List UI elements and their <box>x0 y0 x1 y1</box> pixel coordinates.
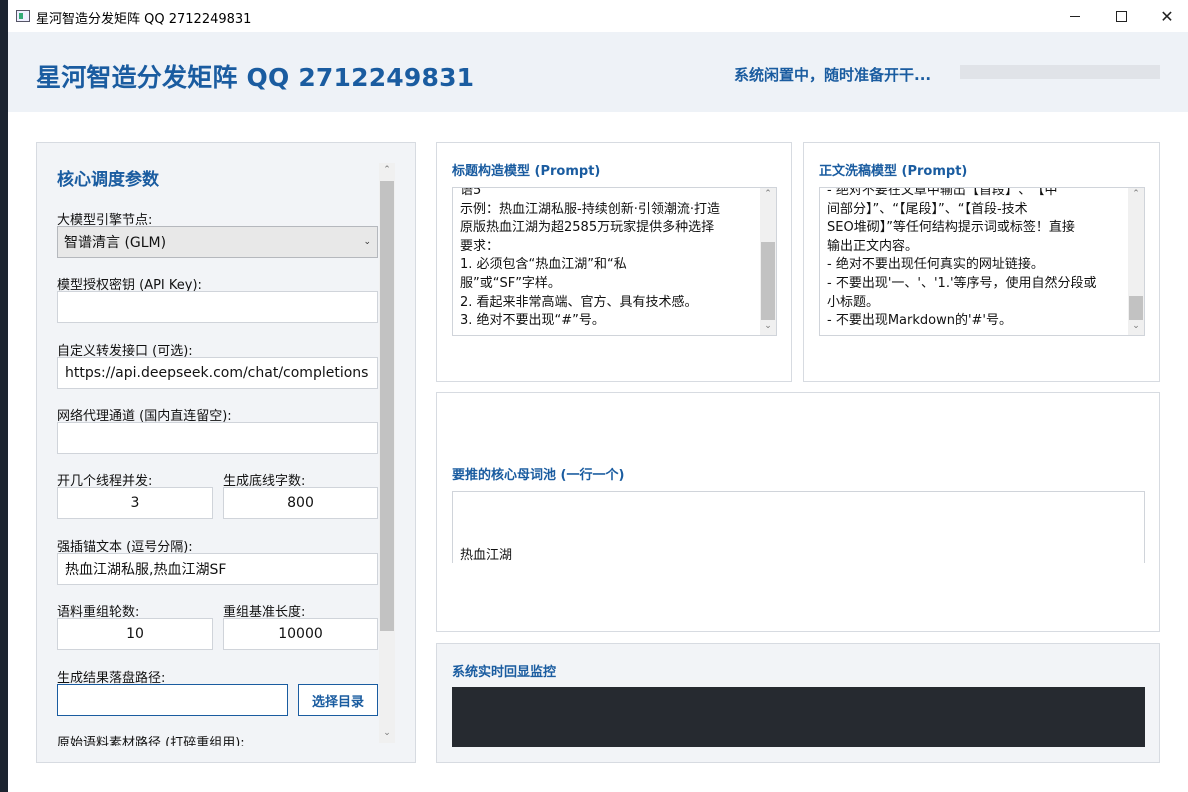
title-model-panel: 标题构造模型 (Prompt) 语5 示例：热血江湖私服-持续创新·引领潮流·打造… <box>436 142 792 382</box>
left-panel-scroll-thumb[interactable] <box>380 181 394 631</box>
body-prompt-line: 间部分】”、“【尾段】”、“【首段-技术 <box>827 201 1028 217</box>
body-prompt-line: - 绝对不要出现任何真实的网址链接。 <box>827 257 1044 273</box>
page-title: 星河智造分发矩阵 QQ 2712249831 <box>36 63 475 92</box>
body-prompt-line: - 绝对不要在文章中输出“【首段】”、“【中 <box>827 187 1058 198</box>
body-prompt-line: 小标题。 <box>827 294 880 310</box>
core-params-panel: 核心调度参数 大模型引擎节点: 智谱清言 (GLM) ⌄ 模型授权密钥 (API… <box>36 142 416 763</box>
body-prompt-line: - 不要出现'一、'、'1.'等序号，使用自然分段或 <box>827 275 1097 291</box>
apikey-input[interactable] <box>57 291 378 323</box>
rounds-input[interactable]: 10 <box>57 618 213 650</box>
body-model-title: 正文洗稿模型 (Prompt) <box>819 164 968 179</box>
engine-select[interactable]: 智谱清言 (GLM) ⌄ <box>57 226 378 258</box>
title-prompt-line: 要求： <box>460 238 500 254</box>
window-title: 星河智造分发矩阵 QQ 2712249831 <box>36 12 252 27</box>
scroll-up-icon[interactable]: ⌃ <box>380 165 394 175</box>
monitor-panel: 系统实时回显监控 <box>436 643 1160 763</box>
progress-bar <box>960 65 1160 79</box>
proxy-input[interactable] <box>57 422 378 454</box>
title-prompt-line: 2. 看起来非常高端、官方、具有技术感。 <box>460 294 698 310</box>
monitor-console[interactable] <box>452 687 1145 747</box>
scroll-up-icon[interactable]: ⌃ <box>761 189 775 199</box>
minimize-button[interactable] <box>1052 0 1098 32</box>
monitor-title: 系统实时回显监控 <box>452 665 557 680</box>
body-prompt-line: - 不要出现Markdown的'#'号。 <box>827 313 1012 329</box>
keywords-panel: 要推的核心母词池 (一行一个) 热血江湖 <box>436 392 1160 632</box>
title-prompt-scrollbar[interactable]: ⌃ ⌄ <box>760 188 776 335</box>
title-prompt-line: 3. 绝对不要出现“#”号。 <box>460 313 605 329</box>
app-header: 星河智造分发矩阵 QQ 2712249831 系统闲置中，随时准备开干... <box>8 32 1188 112</box>
title-model-title: 标题构造模型 (Prompt) <box>452 164 601 179</box>
title-prompt-scroll-thumb[interactable] <box>761 242 775 320</box>
body-prompt-scrollbar[interactable]: ⌃ ⌄ <box>1128 188 1144 335</box>
title-prompt-line: 1. 必须包含“热血江湖”和“私 <box>460 257 627 273</box>
keyword-line: 热血江湖 <box>460 548 513 563</box>
threads-input[interactable]: 3 <box>57 487 213 519</box>
title-prompt-text: 语5 示例：热血江湖私服-持续创新·引领潮流·打造 原版热血江湖为超2585万玩家提… <box>460 187 720 331</box>
title-bar: 星河智造分发矩阵 QQ 2712249831 ✕ <box>8 0 1188 32</box>
scroll-down-icon[interactable]: ⌄ <box>380 728 394 738</box>
left-panel-scrollbar[interactable]: ⌃ ⌄ <box>379 163 395 743</box>
desktop-background <box>0 0 8 792</box>
title-prompt-line: 语5 <box>460 187 482 198</box>
minwords-input[interactable]: 800 <box>223 487 378 519</box>
anchor-input[interactable]: 热血江湖私服,热血江湖SF <box>57 553 378 585</box>
close-button[interactable]: ✕ <box>1144 0 1188 32</box>
body-prompt-text: - 绝对不要在文章中输出“【首段】”、“【中间部分】”、“【尾段】”、“【首段-… <box>827 187 1097 331</box>
body-prompt-scroll-thumb[interactable] <box>1129 296 1143 320</box>
endpoint-input[interactable]: https://api.deepseek.com/chat/completion… <box>57 357 378 389</box>
source-label: 原始语料素材路径 (打碎重组用): <box>57 736 245 746</box>
keywords-textarea[interactable]: 热血江湖 <box>452 491 1145 563</box>
title-prompt-line: 原版热血江湖为超2585万玩家提供多种选择 <box>460 220 715 236</box>
body-model-panel: 正文洗稿模型 (Prompt) - 绝对不要在文章中输出“【首段】”、“【中间部… <box>803 142 1160 382</box>
body-prompt-textarea[interactable]: - 绝对不要在文章中输出“【首段】”、“【中间部分】”、“【尾段】”、“【首段-… <box>819 187 1145 336</box>
core-params-title: 核心调度参数 <box>57 170 159 190</box>
baselen-input[interactable]: 10000 <box>223 618 378 650</box>
body-prompt-line: 输出正文内容。 <box>827 238 919 254</box>
keywords-title: 要推的核心母词池 (一行一个) <box>452 468 625 483</box>
outpath-input[interactable] <box>57 684 288 716</box>
maximize-button[interactable] <box>1098 0 1144 32</box>
chevron-down-icon: ⌄ <box>363 237 371 247</box>
status-text: 系统闲置中，随时准备开干... <box>734 66 932 84</box>
engine-select-value: 智谱清言 (GLM) <box>64 235 167 251</box>
scroll-up-icon[interactable]: ⌃ <box>1129 189 1143 199</box>
title-prompt-textarea[interactable]: 语5 示例：热血江湖私服-持续创新·引领潮流·打造 原版热血江湖为超2585万玩家提… <box>452 187 777 336</box>
app-window: 星河智造分发矩阵 QQ 2712249831 ✕ 星河智造分发矩阵 QQ 271… <box>8 0 1188 792</box>
title-prompt-line: 服”或“SF”字样。 <box>460 275 561 291</box>
scroll-down-icon[interactable]: ⌄ <box>1129 321 1143 331</box>
title-prompt-line: 示例：热血江湖私服-持续创新·引领潮流·打造 <box>460 201 720 217</box>
body-prompt-line: SEO堆砌】”等任何结构提示词或标签！直接 <box>827 220 1075 236</box>
scroll-down-icon[interactable]: ⌄ <box>761 321 775 331</box>
app-icon <box>16 10 30 22</box>
browse-directory-button[interactable]: 选择目录 <box>298 684 378 716</box>
